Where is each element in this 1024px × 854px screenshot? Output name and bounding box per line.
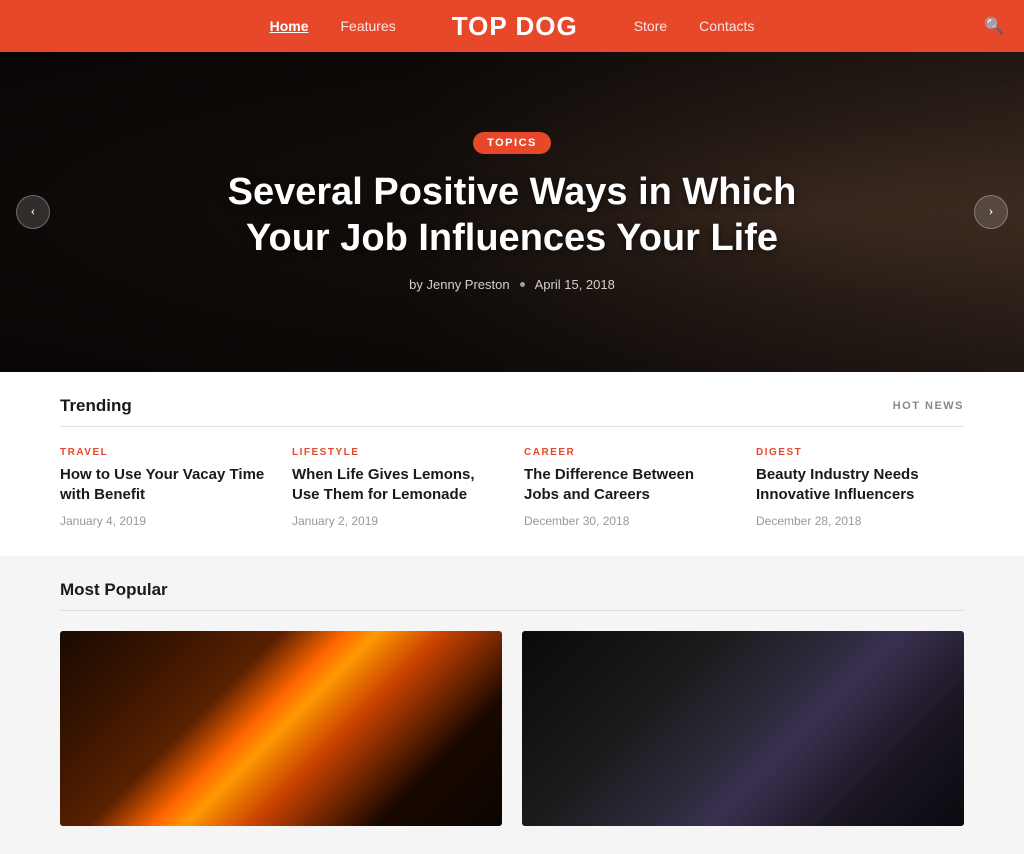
- popular-header: Most Popular: [60, 580, 964, 611]
- hot-news-label: HOT NEWS: [893, 400, 964, 412]
- popular-card-city[interactable]: [60, 631, 502, 826]
- trending-article-title[interactable]: When Life Gives Lemons, Use Them for Lem…: [292, 465, 500, 506]
- list-item: TRAVEL How to Use Your Vacay Time with B…: [60, 447, 268, 528]
- trending-date: December 30, 2018: [524, 514, 732, 528]
- nav-contacts[interactable]: Contacts: [699, 18, 754, 34]
- nav-store[interactable]: Store: [634, 18, 667, 34]
- trending-date: December 28, 2018: [756, 514, 964, 528]
- list-item: LIFESTYLE When Life Gives Lemons, Use Th…: [292, 447, 500, 528]
- trending-article-title[interactable]: The Difference Between Jobs and Careers: [524, 465, 732, 506]
- trending-article-title[interactable]: How to Use Your Vacay Time with Benefit: [60, 465, 268, 506]
- trending-article-title[interactable]: Beauty Industry Needs Innovative Influen…: [756, 465, 964, 506]
- popular-card-office[interactable]: [522, 631, 964, 826]
- trending-date: January 4, 2019: [60, 514, 268, 528]
- card-image-city-night: [60, 631, 502, 826]
- header-nav: Home Features TOP DOG Store Contacts: [270, 11, 755, 42]
- trending-section: Trending HOT NEWS TRAVEL How to Use Your…: [0, 372, 1024, 556]
- trending-header: Trending HOT NEWS: [60, 396, 964, 427]
- popular-section: Most Popular: [0, 556, 1024, 854]
- nav-features[interactable]: Features: [340, 18, 395, 34]
- hero-section: ‹ topics Several Positive Ways in Which …: [0, 52, 1024, 372]
- nav-home[interactable]: Home: [270, 18, 309, 34]
- trending-date: January 2, 2019: [292, 514, 500, 528]
- popular-title: Most Popular: [60, 580, 168, 600]
- hero-title: Several Positive Ways in Which Your Job …: [182, 170, 842, 261]
- popular-grid: [60, 631, 964, 826]
- hero-tag: topics: [473, 132, 551, 154]
- hero-author: by Jenny Preston: [409, 277, 509, 292]
- site-logo: TOP DOG: [452, 11, 578, 42]
- trending-category: DIGEST: [756, 447, 964, 458]
- hero-meta: by Jenny Preston April 15, 2018: [182, 277, 842, 292]
- hero-prev-button[interactable]: ‹: [16, 195, 50, 229]
- hero-next-button[interactable]: ›: [974, 195, 1008, 229]
- trending-grid: TRAVEL How to Use Your Vacay Time with B…: [60, 447, 964, 528]
- list-item: DIGEST Beauty Industry Needs Innovative …: [756, 447, 964, 528]
- card-image-office: [522, 631, 964, 826]
- hero-content: topics Several Positive Ways in Which Yo…: [162, 132, 862, 292]
- hero-date: April 15, 2018: [535, 277, 615, 292]
- trending-title: Trending: [60, 396, 132, 416]
- trending-category: LIFESTYLE: [292, 447, 500, 458]
- search-icon[interactable]: 🔍: [984, 16, 1004, 36]
- trending-category: CAREER: [524, 447, 732, 458]
- hero-meta-divider: [520, 282, 525, 287]
- trending-category: TRAVEL: [60, 447, 268, 458]
- list-item: CAREER The Difference Between Jobs and C…: [524, 447, 732, 528]
- header: Home Features TOP DOG Store Contacts 🔍: [0, 0, 1024, 52]
